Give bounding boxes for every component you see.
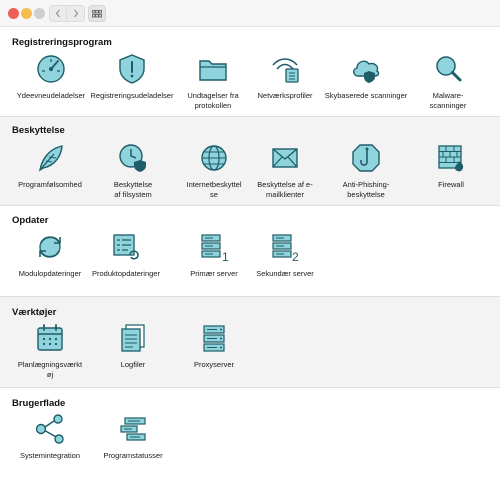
section-title: Værktøjer xyxy=(12,307,57,318)
title-bar xyxy=(0,0,500,27)
clock-shield-icon xyxy=(116,141,150,175)
server-one-icon: 1 xyxy=(197,230,231,264)
svg-text:1: 1 xyxy=(222,250,229,264)
item-registreringsudeladelser[interactable]: Registreringsudeladelser xyxy=(86,52,178,101)
hook-shield-icon xyxy=(349,141,383,175)
item-label: Sekundær server xyxy=(256,269,314,278)
item-ydeevneudeladelser[interactable]: Ydeevneudeladelser xyxy=(5,52,97,101)
item-sekundaer-server[interactable]: 2 Sekundær server xyxy=(239,230,331,279)
svg-text:2: 2 xyxy=(292,250,299,264)
navigation-control xyxy=(49,5,85,22)
magnifier-icon xyxy=(431,52,465,86)
section-registreringsprogram: Registreringsprogram Ydeevneudeladelser … xyxy=(0,28,500,116)
item-beskyttelse-af-filsystem[interactable]: Beskyttelse af filsystem xyxy=(87,141,179,200)
refresh-icon xyxy=(33,230,67,264)
item-label: Ydeevneudeladelser xyxy=(16,91,86,100)
item-malware-scanninger[interactable]: Malware- scanninger xyxy=(402,52,494,111)
firewall-icon xyxy=(434,141,468,175)
item-label: Registreringsudeladelser xyxy=(90,91,174,100)
item-label: Malware- scanninger xyxy=(429,91,467,110)
grid-view-icon xyxy=(92,9,102,17)
speedometer-icon xyxy=(34,52,68,86)
section-title: Brugerflade xyxy=(12,398,66,409)
section-brugerflade: Brugerflade Systemintegration Programsta… xyxy=(0,388,500,479)
feather-icon xyxy=(33,141,67,175)
item-skybaserede-scanninger[interactable]: Skybaserede scanninger xyxy=(320,52,412,101)
show-all-button[interactable] xyxy=(88,5,106,22)
item-produktopdateringer[interactable]: Produktopdateringer xyxy=(80,230,172,279)
minimize-window-button[interactable] xyxy=(21,8,32,19)
log-files-icon xyxy=(116,321,150,355)
item-label: Beskyttelse af e- mailklienter xyxy=(257,180,313,199)
chevron-left-icon xyxy=(55,9,60,18)
section-beskyttelse: Beskyttelse Programfølsomhed Beskyttelse… xyxy=(0,117,500,205)
item-label: Proxyserver xyxy=(193,360,234,369)
status-bars-icon xyxy=(116,412,150,446)
list-refresh-icon xyxy=(109,230,143,264)
section-title: Beskyttelse xyxy=(12,125,65,136)
item-beskyttelse-af-emailklienter[interactable]: Beskyttelse af e- mailklienter xyxy=(239,141,331,200)
warning-shield-icon xyxy=(115,52,149,86)
item-label: Systemintegration xyxy=(19,451,81,460)
forward-button[interactable] xyxy=(67,6,84,21)
item-label: Netværksprofiler xyxy=(257,91,313,100)
item-label: Produktopdateringer xyxy=(92,269,160,278)
zoom-window-button[interactable] xyxy=(34,8,45,19)
wifi-network-icon xyxy=(268,52,302,86)
item-systemintegration[interactable]: Systemintegration xyxy=(4,412,96,461)
section-vaerktojer: Værktøjer Planlægningsværkt øj Logfiler … xyxy=(0,297,500,387)
item-logfiler[interactable]: Logfiler xyxy=(87,321,179,370)
calendar-icon xyxy=(33,321,67,355)
section-title: Registreringsprogram xyxy=(12,37,112,48)
cloud-shield-icon xyxy=(349,52,383,86)
share-nodes-icon xyxy=(33,412,67,446)
close-window-button[interactable] xyxy=(8,8,19,19)
preferences-window: Registreringsprogram Ydeevneudeladelser … xyxy=(0,0,500,479)
item-label: Logfiler xyxy=(120,360,146,369)
envelope-icon xyxy=(268,141,302,175)
folder-icon xyxy=(196,52,230,86)
section-opdater: Opdater Modulopdateringer Produktopdater… xyxy=(0,206,500,296)
section-title: Opdater xyxy=(12,215,49,226)
server-two-icon: 2 xyxy=(268,230,302,264)
item-label: Planlægningsværkt øj xyxy=(17,360,83,379)
item-label: Beskyttelse af filsystem xyxy=(113,180,153,199)
item-label: Firewall xyxy=(438,180,464,189)
item-firewall[interactable]: Firewall xyxy=(405,141,497,190)
proxy-server-icon xyxy=(197,321,231,355)
chevron-right-icon xyxy=(73,9,78,18)
item-anti-phishing-beskyttelse[interactable]: Anti-Phishing- beskyttelse xyxy=(320,141,412,200)
globe-icon xyxy=(197,141,231,175)
item-label: Skybaserede scanninger xyxy=(324,91,408,100)
item-planlaegningsvaerktoj[interactable]: Planlægningsværkt øj xyxy=(4,321,96,380)
item-proxyserver[interactable]: Proxyserver xyxy=(168,321,260,370)
item-label: Programstatusser xyxy=(103,451,163,460)
item-programstatusser[interactable]: Programstatusser xyxy=(87,412,179,461)
item-label: Anti-Phishing- beskyttelse xyxy=(342,180,390,199)
item-label: Programfølsomhed xyxy=(18,180,82,189)
item-netvaerksprofiler[interactable]: Netværksprofiler xyxy=(239,52,331,101)
back-button[interactable] xyxy=(50,6,67,21)
item-programfolsomhed[interactable]: Programfølsomhed xyxy=(4,141,96,190)
